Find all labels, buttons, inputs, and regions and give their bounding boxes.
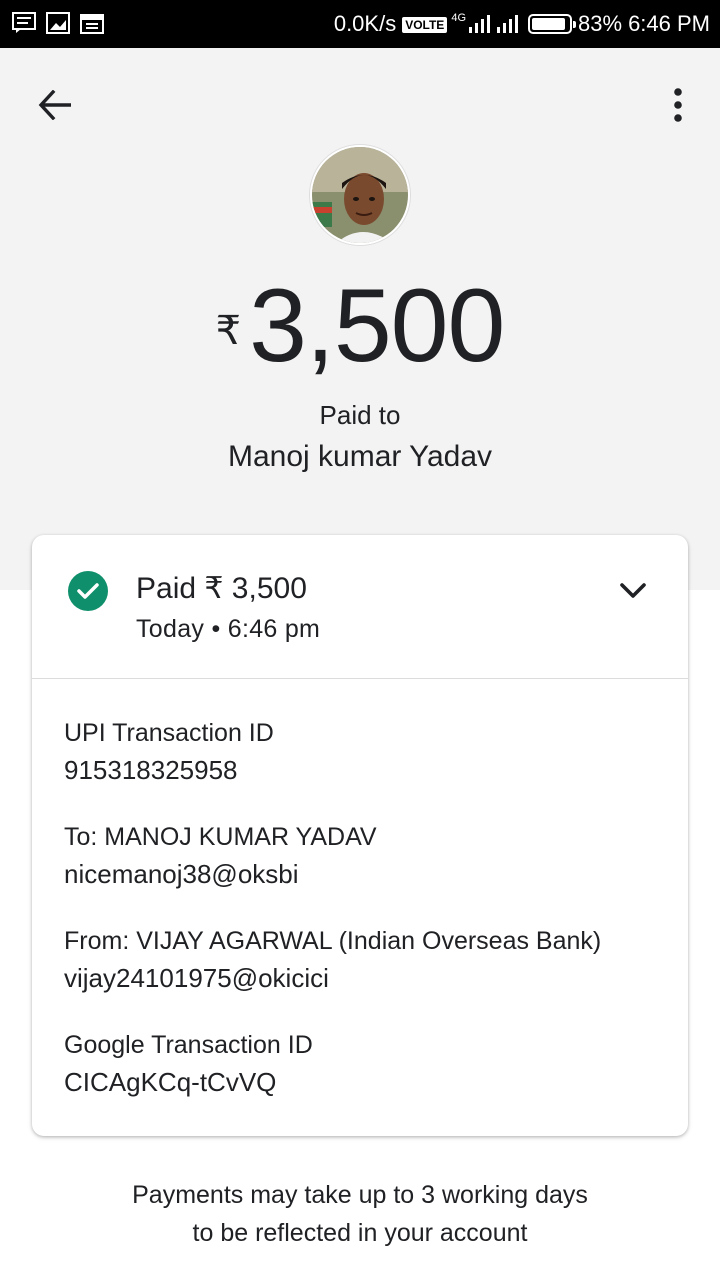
success-check-icon <box>68 571 108 611</box>
detail-value: vijay24101975@okicici <box>64 963 329 993</box>
from-account-block: From: VIJAY AGARWAL (Indian Overseas Ban… <box>64 923 664 997</box>
detail-value: 915318325958 <box>64 755 238 785</box>
transaction-status-row[interactable]: Paid ₹ 3,500 Today • 6:46 pm <box>32 535 688 679</box>
calendar-icon <box>80 14 104 34</box>
status-title: Paid ₹ 3,500 <box>136 572 307 605</box>
battery-icon <box>528 14 577 34</box>
status-indicators: 0.0K/s VOLTE 4G 83% 6:46 PM <box>334 0 710 48</box>
detail-label: To: MANOJ KUMAR YADAV <box>64 823 377 851</box>
google-transaction-id-block: Google Transaction ID CICAgKCq-tCvVQ <box>64 1027 664 1101</box>
transaction-details: UPI Transaction ID 915318325958 To: MANO… <box>64 715 664 1131</box>
image-notification-icon <box>46 12 70 34</box>
settlement-note: Payments may take up to 3 working days t… <box>0 1176 720 1252</box>
detail-label: Google Transaction ID <box>64 1031 313 1059</box>
message-icon <box>12 12 36 33</box>
amount-value: 3,500 <box>249 268 505 384</box>
payee-name: Manoj kumar Yadav <box>227 440 493 473</box>
clock: 6:46 PM <box>628 11 710 36</box>
more-options-button[interactable] <box>658 80 698 130</box>
battery-level: 83% <box>578 11 623 36</box>
detail-label: UPI Transaction ID <box>64 719 274 747</box>
payment-amount: ₹ 3,500 <box>0 268 720 384</box>
volte-badge: VOLTE <box>402 17 448 33</box>
payee-avatar <box>310 145 410 245</box>
currency-symbol: ₹ <box>215 309 242 353</box>
transaction-card: Paid ₹ 3,500 Today • 6:46 pm UPI Transac… <box>32 535 688 1136</box>
more-vert-icon <box>674 88 682 122</box>
signal-icon-2 <box>497 15 519 33</box>
back-arrow-icon <box>38 90 71 120</box>
back-button[interactable] <box>30 80 80 130</box>
detail-value: CICAgKCq-tCvVQ <box>64 1067 277 1097</box>
settlement-note-line-2: to be reflected in your account <box>192 1219 528 1247</box>
detail-label: From: VIJAY AGARWAL (Indian Overseas Ban… <box>64 927 602 955</box>
status-bar: 0.0K/s VOLTE 4G 83% 6:46 PM <box>0 0 720 48</box>
signal-4g: 4G <box>451 12 491 34</box>
avatar-photo <box>312 147 408 243</box>
paid-to-label: Paid to <box>319 400 401 430</box>
notification-icons <box>12 12 104 34</box>
detail-value: nicemanoj38@oksbi <box>64 859 299 889</box>
settlement-note-line-1: Payments may take up to 3 working days <box>132 1181 588 1209</box>
to-account-block: To: MANOJ KUMAR YADAV nicemanoj38@oksbi <box>64 819 664 893</box>
upi-transaction-id-block: UPI Transaction ID 915318325958 <box>64 715 664 789</box>
signal-icon <box>469 15 491 33</box>
status-time: Today • 6:46 pm <box>136 615 321 643</box>
net-speed: 0.0K/s <box>333 11 397 36</box>
chevron-down-icon[interactable] <box>618 579 648 603</box>
network-type: 4G <box>451 12 467 24</box>
